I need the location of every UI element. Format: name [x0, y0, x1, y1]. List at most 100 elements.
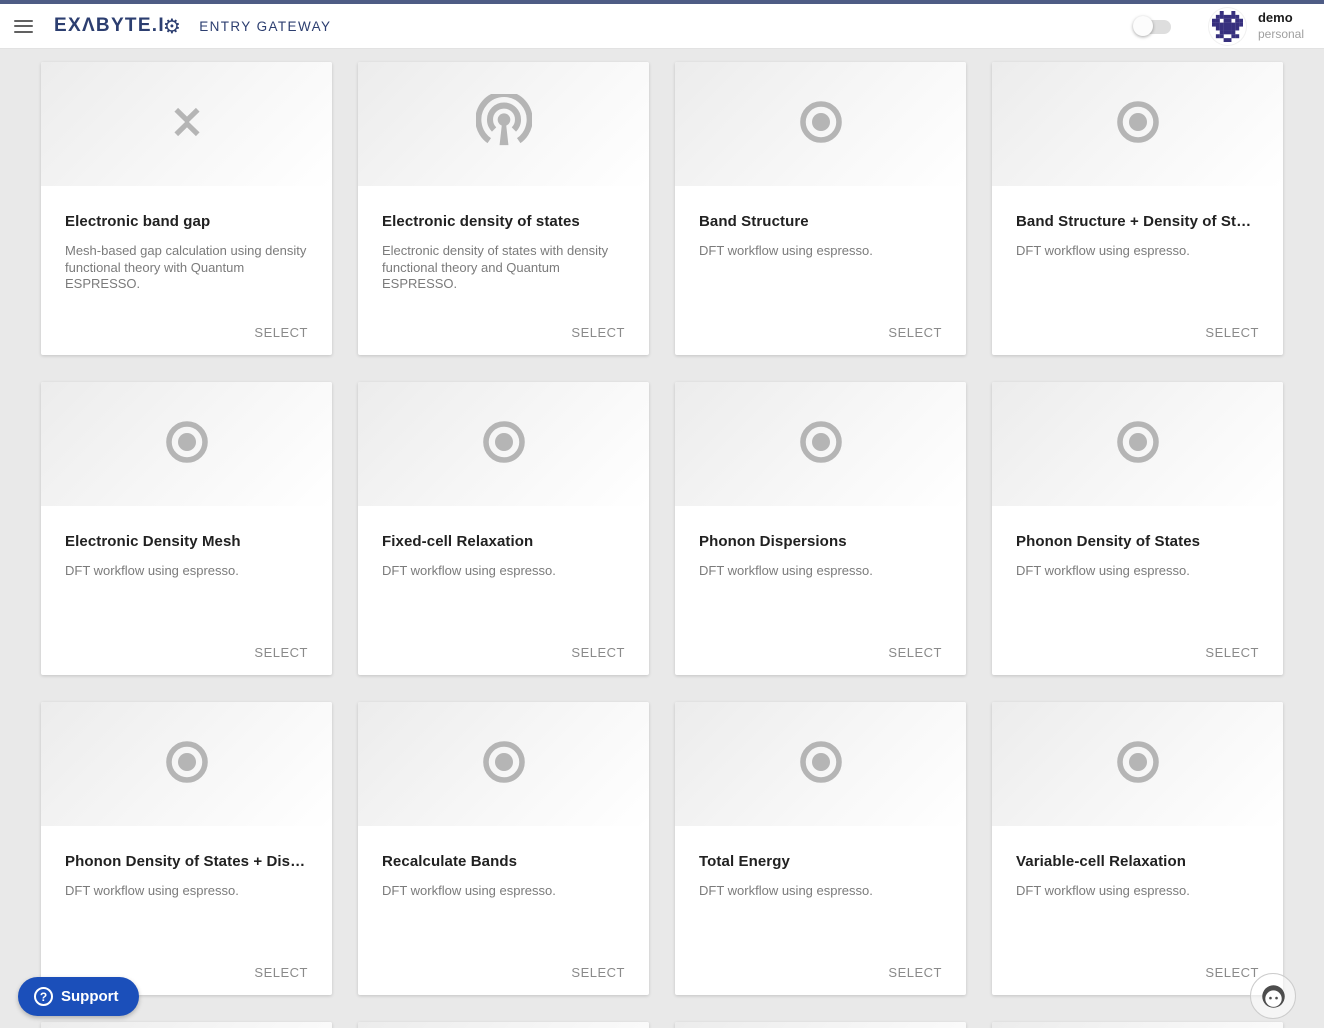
select-button[interactable]: SELECT: [888, 325, 942, 340]
user-menu[interactable]: demo personal: [1258, 10, 1304, 41]
workflow-card: Band Structure + Density of States DFT wo…: [992, 62, 1283, 355]
radio-button-icon: [481, 419, 527, 470]
feedback-face-button[interactable]: [1250, 973, 1296, 1019]
workflow-card: Phonon Density of States DFT workflow usi…: [992, 382, 1283, 675]
support-label: Support: [61, 988, 119, 1005]
card-description: DFT workflow using espresso.: [1016, 883, 1190, 898]
card-media: [992, 1022, 1283, 1028]
card-title: Variable-cell Relaxation: [1016, 853, 1186, 870]
workflow-card: Electronic Density Mesh DFT workflow usin…: [41, 382, 332, 675]
card-body: Recalculate Bands DFT workflow using espr…: [358, 826, 649, 900]
radio-button-icon: [798, 739, 844, 790]
card-body: Phonon Dispersions DFT workflow using esp…: [675, 506, 966, 580]
card-body: Total Energy DFT workflow using espresso.: [675, 826, 966, 900]
card-title: Recalculate Bands: [382, 853, 518, 870]
theme-toggle[interactable]: [1132, 16, 1171, 36]
workflow-card: Variable-cell Relaxation DFT workflow usi…: [992, 702, 1283, 995]
workflow-card-partial: [41, 1022, 332, 1028]
card-title: Phonon Density of States + Dispersions: [65, 853, 308, 870]
card-media: [358, 702, 649, 826]
radio-button-icon: [798, 99, 844, 150]
card-media: [358, 382, 649, 506]
workflow-card-partial: [992, 1022, 1283, 1028]
select-button[interactable]: SELECT: [1205, 645, 1259, 660]
select-button[interactable]: SELECT: [1205, 965, 1259, 980]
card-media: [41, 1022, 332, 1028]
radio-button-icon: [1115, 419, 1161, 470]
card-body: Phonon Density of States + Dispersions DF…: [41, 826, 332, 900]
radio-button-icon: [481, 739, 527, 790]
select-button[interactable]: SELECT: [571, 965, 625, 980]
card-description: DFT workflow using espresso.: [1016, 563, 1190, 578]
card-description: DFT workflow using espresso.: [699, 563, 873, 578]
radio-button-icon: [1115, 99, 1161, 150]
select-button[interactable]: SELECT: [888, 645, 942, 660]
workflow-card: Electronic band gap Mesh-based gap calcul…: [41, 62, 332, 355]
workflow-card: Electronic density of states Electronic d…: [358, 62, 649, 355]
select-button[interactable]: SELECT: [571, 645, 625, 660]
workflow-card-partial: [675, 1022, 966, 1028]
card-title: Phonon Density of States: [1016, 533, 1201, 550]
workflow-card: Recalculate Bands DFT workflow using espr…: [358, 702, 649, 995]
card-description: DFT workflow using espresso.: [65, 883, 239, 898]
workflow-card: Fixed-cell Relaxation DFT workflow using …: [358, 382, 649, 675]
header-actions: demo personal: [1132, 7, 1324, 45]
card-media: [675, 702, 966, 826]
card-description: DFT workflow using espresso.: [382, 563, 556, 578]
card-body: Fixed-cell Relaxation DFT workflow using …: [358, 506, 649, 580]
select-button[interactable]: SELECT: [254, 325, 308, 340]
radio-button-icon: [164, 419, 210, 470]
card-title: Electronic band gap: [65, 213, 211, 230]
card-body: Band Structure + Density of States DFT wo…: [992, 186, 1283, 260]
select-button[interactable]: SELECT: [254, 645, 308, 660]
card-media: [675, 382, 966, 506]
card-title: Fixed-cell Relaxation: [382, 533, 534, 550]
workflow-card: Band Structure DFT workflow using espress…: [675, 62, 966, 355]
select-button[interactable]: SELECT: [254, 965, 308, 980]
card-title: Electronic Density Mesh: [65, 533, 241, 550]
card-media: [992, 702, 1283, 826]
radio-button-icon: [1115, 739, 1161, 790]
user-account-type: personal: [1257, 26, 1304, 41]
card-description: Electronic density of states with densit…: [382, 243, 609, 291]
unfold-less-icon: [164, 97, 210, 152]
select-button[interactable]: SELECT: [571, 325, 625, 340]
card-media: [358, 62, 649, 186]
identicon-icon: [1211, 10, 1243, 42]
card-title: Electronic density of states: [382, 213, 580, 230]
card-description: DFT workflow using espresso.: [699, 883, 873, 898]
card-body: Phonon Density of States DFT workflow usi…: [992, 506, 1283, 580]
workflow-card: Phonon Density of States + Dispersions DF…: [41, 702, 332, 995]
card-description: DFT workflow using espresso.: [1016, 243, 1190, 258]
avatar[interactable]: [1208, 7, 1246, 45]
user-name: demo: [1257, 10, 1293, 26]
exabyte-logo[interactable]: EXΛBYTE.I ⚙: [54, 15, 182, 37]
gear-icon: ⚙: [162, 14, 183, 38]
card-title: Total Energy: [699, 853, 790, 870]
card-body: Electronic band gap Mesh-based gap calcul…: [41, 186, 332, 293]
card-body: Variable-cell Relaxation DFT workflow usi…: [992, 826, 1283, 900]
card-media: [41, 382, 332, 506]
workflow-card-partial: [358, 1022, 649, 1028]
card-description: Mesh-based gap calculation using density…: [65, 243, 307, 291]
workflow-card: Total Energy DFT workflow using espresso.…: [675, 702, 966, 995]
select-button[interactable]: SELECT: [1205, 325, 1259, 340]
card-media: [992, 382, 1283, 506]
card-media: [358, 1022, 649, 1028]
workflow-grid: Electronic band gap Mesh-based gap calcul…: [41, 62, 1283, 1028]
app-header: EXΛBYTE.I ⚙ ENTRY GATEWAY demo personal: [0, 4, 1324, 49]
menu-icon[interactable]: [14, 19, 33, 33]
select-button[interactable]: SELECT: [888, 965, 942, 980]
support-button[interactable]: ? Support: [18, 977, 139, 1016]
card-title: Band Structure: [699, 213, 809, 230]
page-title: ENTRY GATEWAY: [199, 18, 332, 34]
toggle-thumb-icon: [1132, 16, 1153, 36]
radio-button-icon: [798, 419, 844, 470]
card-media: [41, 702, 332, 826]
radio-button-icon: [164, 739, 210, 790]
logo-text: EXΛBYTE.I: [54, 15, 165, 36]
card-media: [992, 62, 1283, 186]
card-description: DFT workflow using espresso.: [65, 563, 239, 578]
card-body: Electronic Density Mesh DFT workflow usin…: [41, 506, 332, 580]
card-description: DFT workflow using espresso.: [382, 883, 556, 898]
